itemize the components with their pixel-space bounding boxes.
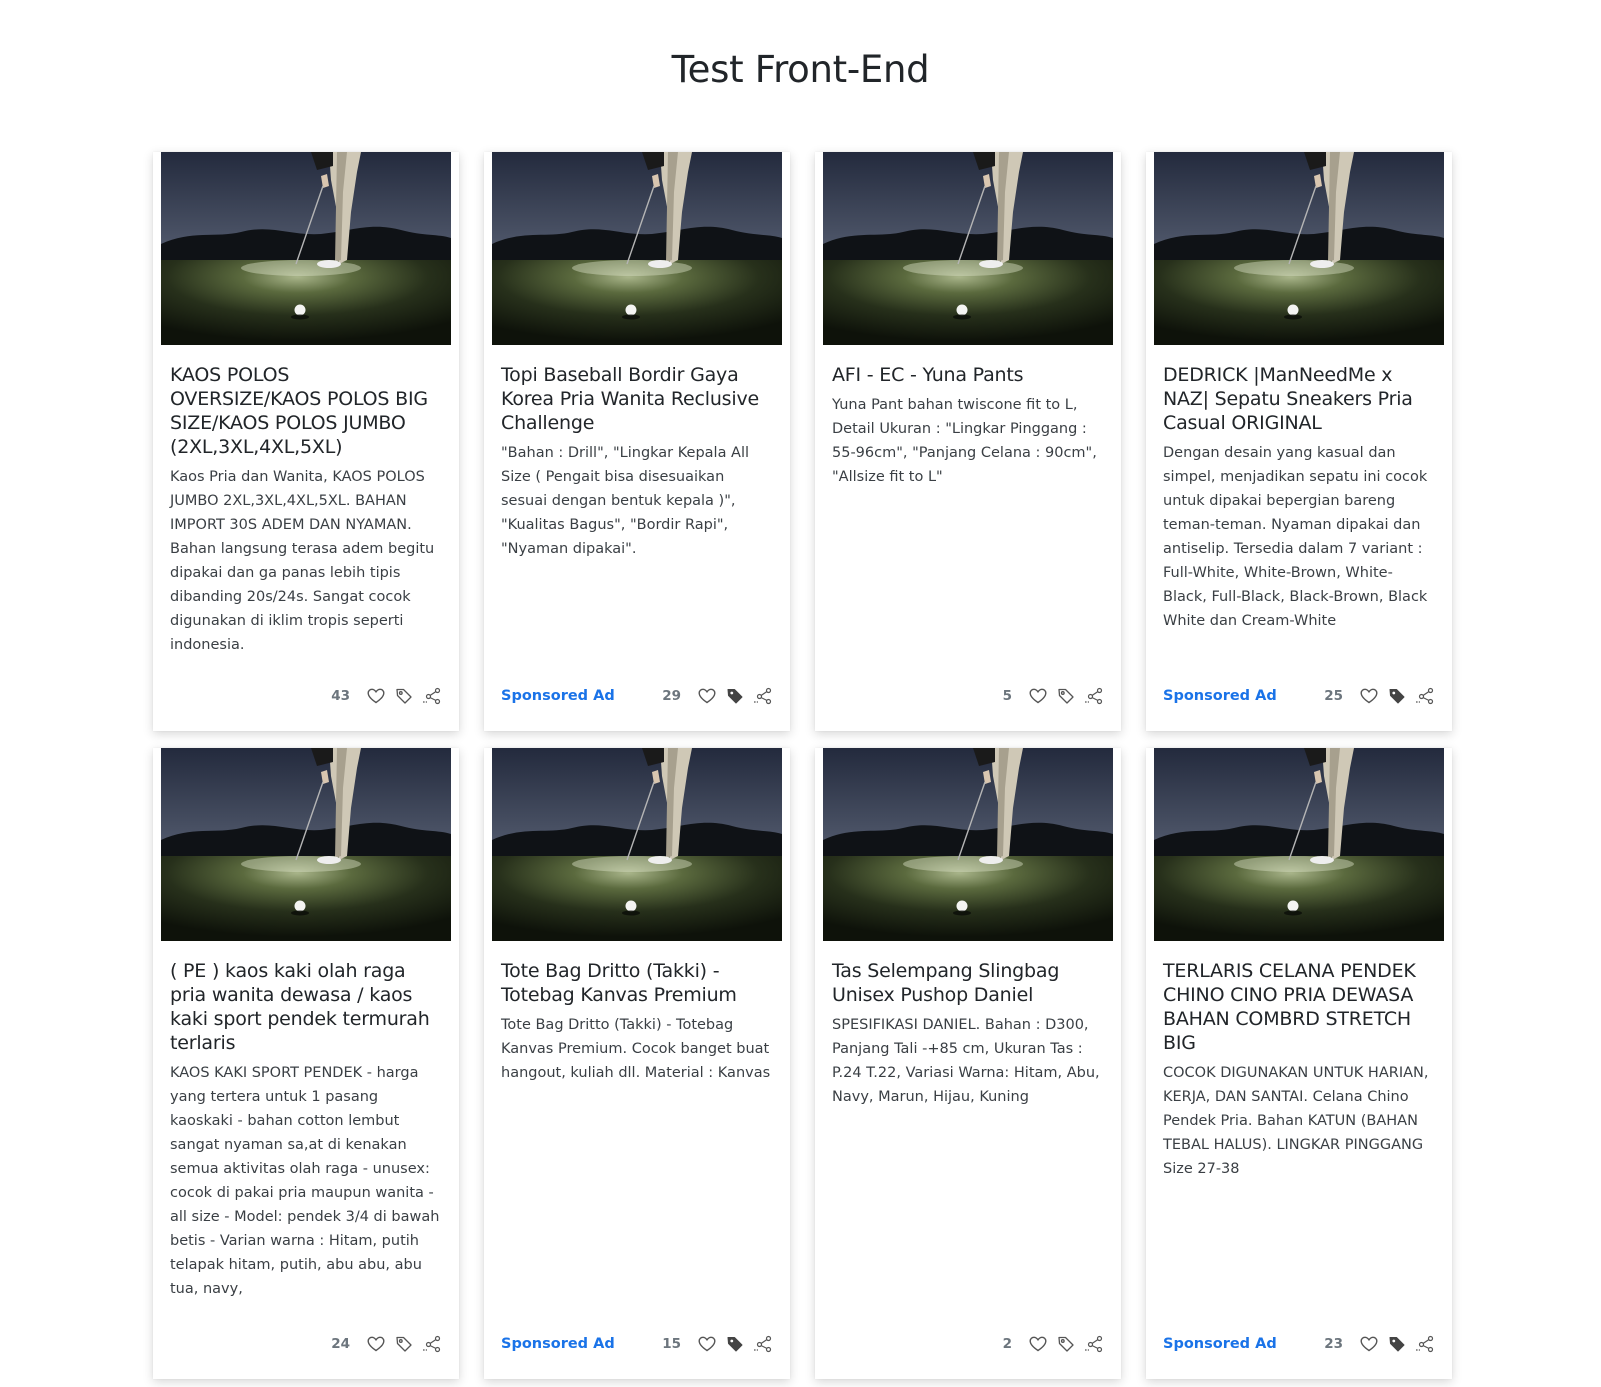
product-title[interactable]: KAOS POLOS OVERSIZE/KAOS POLOS BIG SIZE/… xyxy=(170,363,442,459)
product-description: Kaos Pria dan Wanita, KAOS POLOS JUMBO 2… xyxy=(170,469,435,653)
share-icon[interactable] xyxy=(1415,1334,1435,1354)
card-footer: 5 xyxy=(832,685,1104,707)
card-body: ( PE ) kaos kaki olah raga pria wanita d… xyxy=(161,941,451,1301)
product-grid: KAOS POLOS OVERSIZE/KAOS POLOS BIG SIZE/… xyxy=(153,152,1452,1379)
heart-icon[interactable] xyxy=(697,1334,717,1354)
tag-icon[interactable] xyxy=(1387,686,1407,706)
card-body: Topi Baseball Bordir Gaya Korea Pria Wan… xyxy=(492,345,782,561)
like-count: 24 xyxy=(331,1336,350,1352)
product-image[interactable] xyxy=(823,748,1113,941)
product-description: Dengan desain yang kasual dan simpel, me… xyxy=(1163,445,1428,629)
page-title: Test Front-End xyxy=(671,48,930,91)
card-actions: 29 xyxy=(662,686,773,706)
like-count: 23 xyxy=(1324,1336,1343,1352)
product-title[interactable]: DEDRICK |ManNeedMe x NAZ| Sepatu Sneaker… xyxy=(1163,363,1435,435)
share-icon[interactable] xyxy=(422,1334,442,1354)
product-image[interactable] xyxy=(1154,748,1444,941)
product-card[interactable]: Tas Selempang Slingbag Unisex Pushop Dan… xyxy=(815,748,1121,1379)
like-count: 15 xyxy=(662,1336,681,1352)
sponsored-ad-link[interactable]: Sponsored Ad xyxy=(1163,1336,1277,1352)
tag-icon[interactable] xyxy=(725,1334,745,1354)
card-footer: Sponsored Ad 25 xyxy=(1163,685,1435,707)
heart-icon[interactable] xyxy=(366,1334,386,1354)
tag-icon[interactable] xyxy=(1387,1334,1407,1354)
product-title[interactable]: Topi Baseball Bordir Gaya Korea Pria Wan… xyxy=(501,363,773,435)
product-image[interactable] xyxy=(161,748,451,941)
card-actions: 5 xyxy=(1003,686,1104,706)
heart-icon[interactable] xyxy=(697,686,717,706)
card-body: DEDRICK |ManNeedMe x NAZ| Sepatu Sneaker… xyxy=(1154,345,1444,633)
card-actions: 15 xyxy=(662,1334,773,1354)
product-card[interactable]: DEDRICK |ManNeedMe x NAZ| Sepatu Sneaker… xyxy=(1146,152,1452,731)
product-card[interactable]: ( PE ) kaos kaki olah raga pria wanita d… xyxy=(153,748,459,1379)
product-description: COCOK DIGUNAKAN UNTUK HARIAN, KERJA, DAN… xyxy=(1163,1065,1429,1177)
product-card[interactable]: AFI - EC - Yuna Pants Yuna Pant bahan tw… xyxy=(815,152,1121,731)
like-count: 5 xyxy=(1002,688,1012,704)
heart-icon[interactable] xyxy=(1028,686,1048,706)
tag-icon[interactable] xyxy=(394,686,414,706)
heart-icon[interactable] xyxy=(1028,1334,1048,1354)
tag-icon[interactable] xyxy=(1056,1334,1076,1354)
product-image[interactable] xyxy=(492,748,782,941)
card-footer: Sponsored Ad 15 xyxy=(501,1333,773,1355)
card-body: KAOS POLOS OVERSIZE/KAOS POLOS BIG SIZE/… xyxy=(161,345,451,657)
heart-icon[interactable] xyxy=(1359,1334,1379,1354)
tag-icon[interactable] xyxy=(1056,686,1076,706)
product-title[interactable]: TERLARIS CELANA PENDEK CHINO CINO PRIA D… xyxy=(1163,959,1435,1055)
product-card[interactable]: Topi Baseball Bordir Gaya Korea Pria Wan… xyxy=(484,152,790,731)
like-count: 29 xyxy=(662,688,681,704)
share-icon[interactable] xyxy=(1084,686,1104,706)
like-count: 2 xyxy=(1002,1336,1012,1352)
card-actions: 2 xyxy=(1003,1334,1104,1354)
card-body: TERLARIS CELANA PENDEK CHINO CINO PRIA D… xyxy=(1154,941,1444,1181)
card-actions: 43 xyxy=(331,686,442,706)
product-title[interactable]: Tas Selempang Slingbag Unisex Pushop Dan… xyxy=(832,959,1104,1007)
product-card[interactable]: Tote Bag Dritto (Takki) - Totebag Kanvas… xyxy=(484,748,790,1379)
product-title[interactable]: AFI - EC - Yuna Pants xyxy=(832,363,1104,387)
card-footer: Sponsored Ad 23 xyxy=(1163,1333,1435,1355)
share-icon[interactable] xyxy=(753,686,773,706)
card-footer: Sponsored Ad 29 xyxy=(501,685,773,707)
product-image[interactable] xyxy=(1154,152,1444,345)
product-image[interactable] xyxy=(492,152,782,345)
card-footer: 2 xyxy=(832,1333,1104,1355)
heart-icon[interactable] xyxy=(1359,686,1379,706)
sponsored-ad-link[interactable]: Sponsored Ad xyxy=(1163,688,1277,704)
product-image[interactable] xyxy=(823,152,1113,345)
product-description: SPESIFIKASI DANIEL. Bahan : D300, Panjan… xyxy=(832,1017,1100,1105)
product-card[interactable]: TERLARIS CELANA PENDEK CHINO CINO PRIA D… xyxy=(1146,748,1452,1379)
card-body: Tote Bag Dritto (Takki) - Totebag Kanvas… xyxy=(492,941,782,1085)
card-body: AFI - EC - Yuna Pants Yuna Pant bahan tw… xyxy=(823,345,1113,489)
card-footer: 43 xyxy=(170,685,442,707)
tag-icon[interactable] xyxy=(394,1334,414,1354)
card-footer: 24 xyxy=(170,1333,442,1355)
product-title[interactable]: ( PE ) kaos kaki olah raga pria wanita d… xyxy=(170,959,442,1055)
card-actions: 25 xyxy=(1324,686,1435,706)
card-body: Tas Selempang Slingbag Unisex Pushop Dan… xyxy=(823,941,1113,1109)
like-count: 25 xyxy=(1324,688,1343,704)
product-card[interactable]: KAOS POLOS OVERSIZE/KAOS POLOS BIG SIZE/… xyxy=(153,152,459,731)
like-count: 43 xyxy=(331,688,350,704)
product-description: Yuna Pant bahan twiscone fit to L, Detai… xyxy=(832,397,1097,485)
tag-icon[interactable] xyxy=(725,686,745,706)
share-icon[interactable] xyxy=(753,1334,773,1354)
product-description: KAOS KAKI SPORT PENDEK - harga yang tert… xyxy=(170,1065,440,1297)
share-icon[interactable] xyxy=(1415,686,1435,706)
share-icon[interactable] xyxy=(422,686,442,706)
sponsored-ad-link[interactable]: Sponsored Ad xyxy=(501,1336,615,1352)
share-icon[interactable] xyxy=(1084,1334,1104,1354)
product-description: Tote Bag Dritto (Takki) - Totebag Kanvas… xyxy=(501,1017,771,1081)
card-actions: 24 xyxy=(331,1334,442,1354)
product-description: "Bahan : Drill", "Lingkar Kepala All Siz… xyxy=(501,445,750,557)
product-image[interactable] xyxy=(161,152,451,345)
card-actions: 23 xyxy=(1324,1334,1435,1354)
heart-icon[interactable] xyxy=(366,686,386,706)
sponsored-ad-link[interactable]: Sponsored Ad xyxy=(501,688,615,704)
product-title[interactable]: Tote Bag Dritto (Takki) - Totebag Kanvas… xyxy=(501,959,773,1007)
